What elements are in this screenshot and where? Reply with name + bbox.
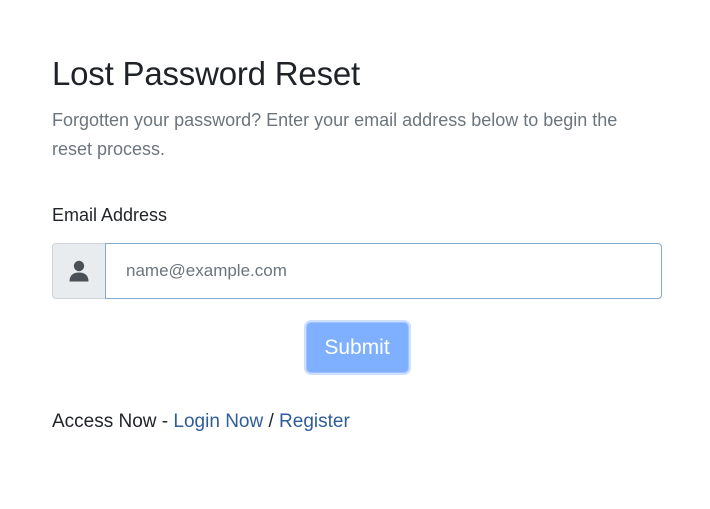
submit-button[interactable]: Submit xyxy=(305,322,409,373)
email-label: Email Address xyxy=(52,205,168,225)
page-title: Lost Password Reset xyxy=(52,55,361,92)
access-text: Access Now - xyxy=(52,411,174,432)
login-now-link[interactable]: Login Now xyxy=(173,411,263,432)
input-prefix xyxy=(52,243,105,299)
register-link[interactable]: Register xyxy=(279,411,350,432)
link-separator: / xyxy=(263,411,280,432)
access-links: Access Now - Login Now / Register xyxy=(52,410,662,434)
reset-card: Lost Password Reset Forgotten your passw… xyxy=(52,54,662,434)
page-subtitle: Forgotten your password? Enter your emai… xyxy=(52,110,618,159)
email-input[interactable] xyxy=(105,243,662,299)
submit-row: Submit xyxy=(52,322,662,373)
email-input-group xyxy=(52,243,662,299)
user-icon xyxy=(69,260,89,282)
